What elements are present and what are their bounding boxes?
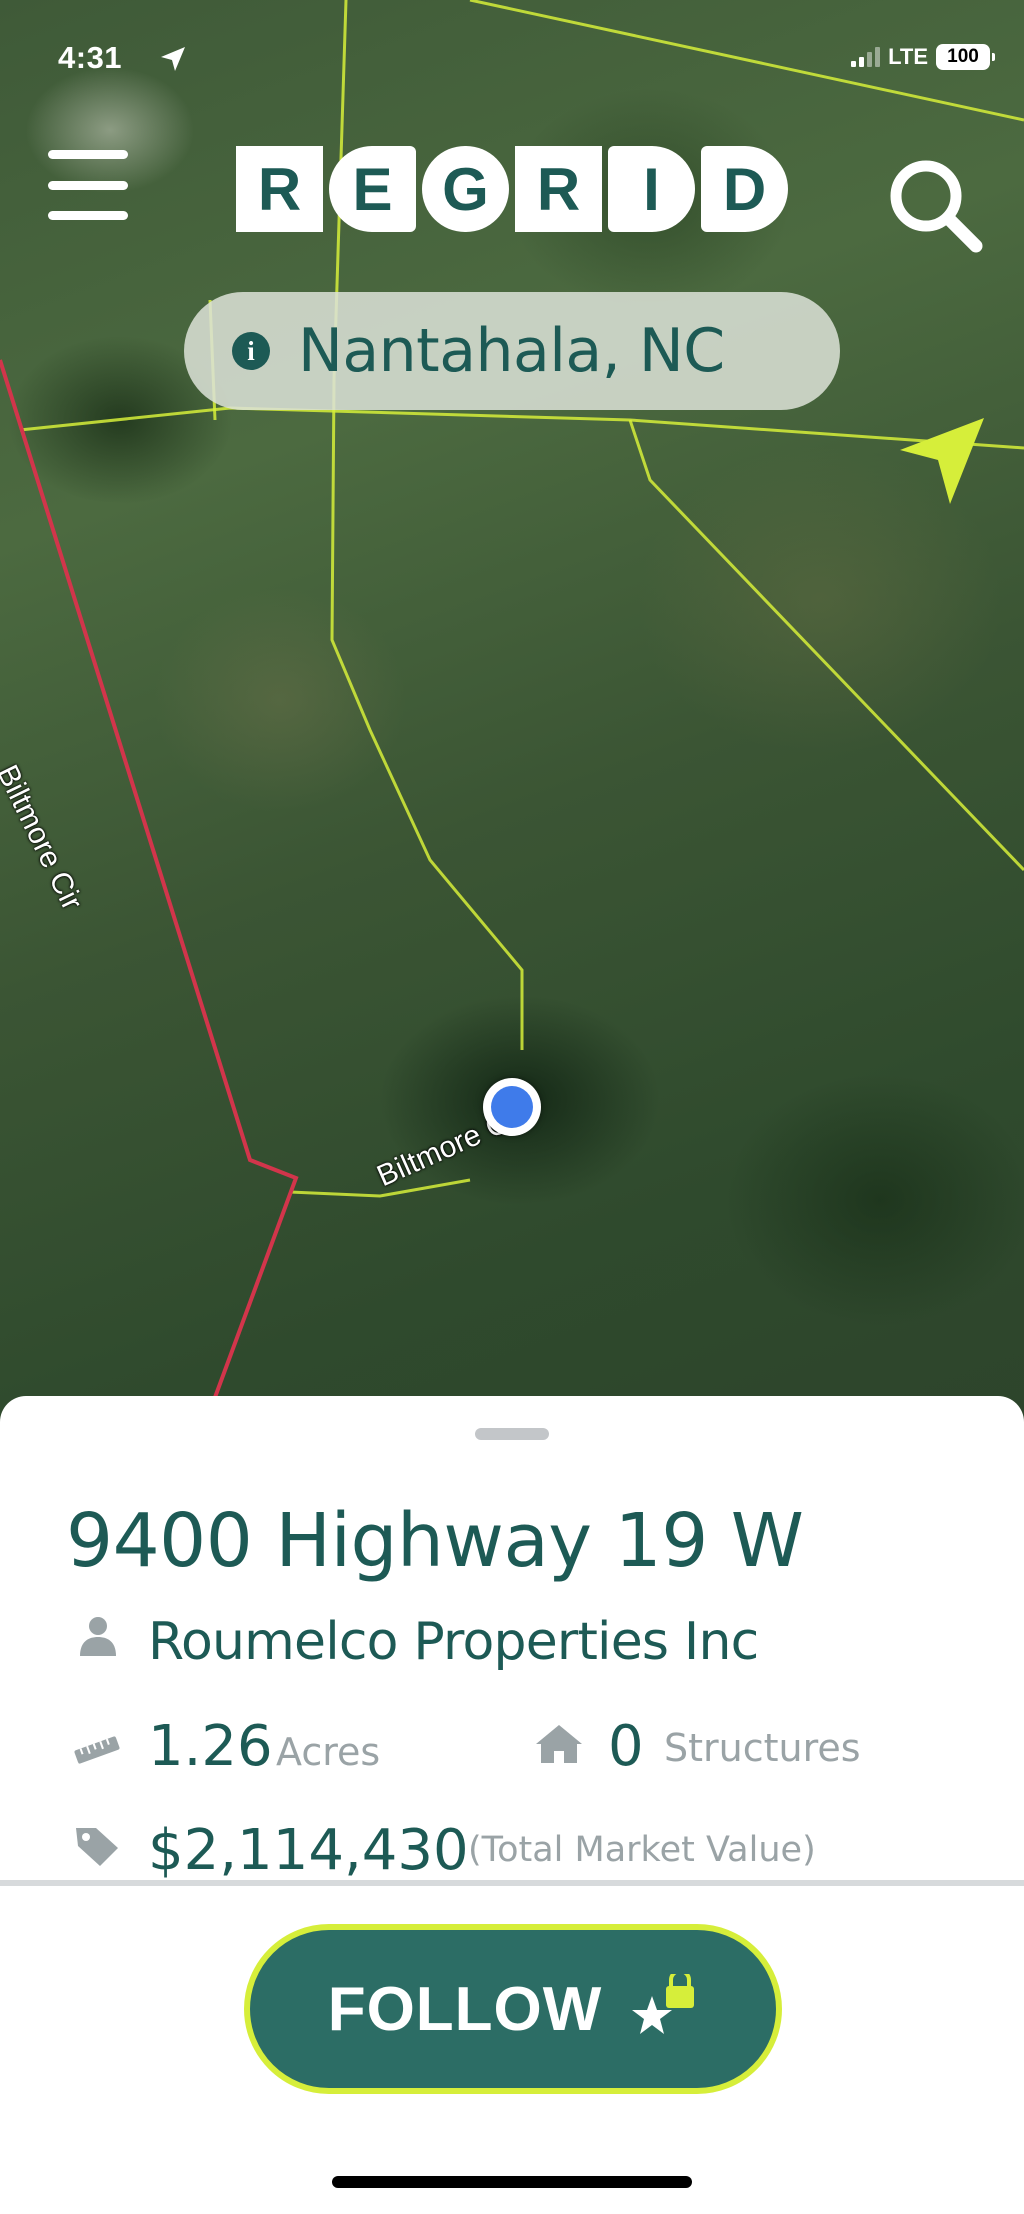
parcel-address: 9400 Highway 19 W xyxy=(66,1498,804,1584)
battery-icon: 100 xyxy=(936,44,995,70)
market-value-label: (Total Market Value) xyxy=(468,1830,816,1870)
person-icon xyxy=(80,1617,116,1656)
location-arrow-icon[interactable] xyxy=(896,410,988,510)
structures-value: 0 xyxy=(608,1714,644,1779)
ruler-icon xyxy=(74,1736,120,1764)
location-services-icon xyxy=(161,47,185,71)
logo-letter: D xyxy=(701,146,788,232)
logo-letter: I xyxy=(608,146,695,232)
home-indicator xyxy=(332,2176,692,2188)
regrid-logo: R E G R I D xyxy=(236,146,788,232)
owner-name[interactable]: Roumelco Properties Inc xyxy=(148,1612,759,1672)
location-pill[interactable]: i Nantahala, NC xyxy=(184,292,840,410)
follow-label: FOLLOW xyxy=(327,1974,603,2044)
hamburger-menu-icon[interactable] xyxy=(48,150,128,220)
location-name: Nantahala, NC xyxy=(298,316,725,386)
market-value: $2,114,430 xyxy=(148,1818,469,1883)
acres-value: 1.26 xyxy=(148,1714,273,1779)
tag-icon xyxy=(76,1828,118,1866)
app-screen: 4:31 LTE 100 R E G R I D i Nantahala, NC xyxy=(0,0,1024,2214)
network-type: LTE xyxy=(888,44,928,69)
user-location-dot xyxy=(483,1078,541,1136)
home-icon xyxy=(536,1725,582,1763)
divider xyxy=(0,1880,1024,1886)
logo-letter: E xyxy=(329,146,416,232)
follow-button[interactable]: FOLLOW xyxy=(244,1924,782,2094)
structures-label: Structures xyxy=(664,1726,861,1770)
logo-letter: R xyxy=(515,146,602,232)
status-indicators: LTE 100 xyxy=(851,44,995,70)
star-lock-icon xyxy=(632,1974,695,2034)
logo-letter: R xyxy=(236,146,323,232)
info-icon: i xyxy=(232,332,270,370)
status-time: 4:31 xyxy=(58,40,123,75)
logo-letter: G xyxy=(422,146,509,232)
signal-icon xyxy=(851,47,881,67)
acres-label: Acres xyxy=(276,1730,381,1774)
search-icon[interactable] xyxy=(880,150,990,260)
sheet-grabber[interactable] xyxy=(475,1428,549,1440)
